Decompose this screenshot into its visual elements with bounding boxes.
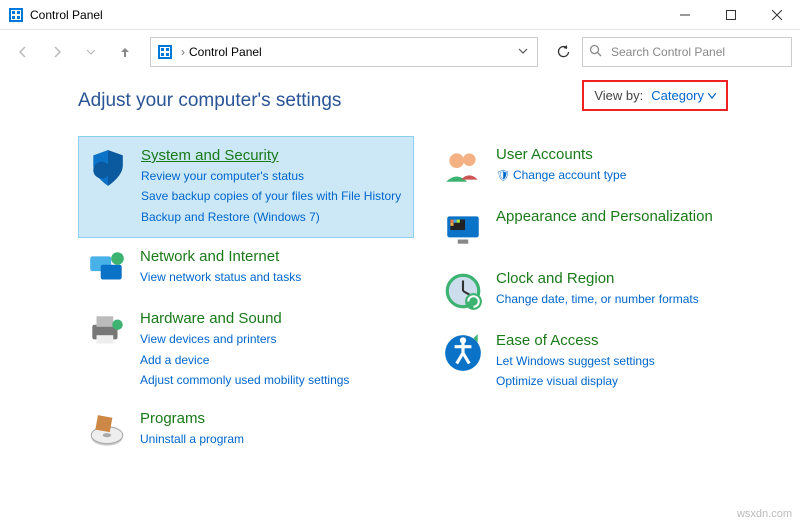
forward-button[interactable] — [42, 37, 72, 67]
category-title[interactable]: Appearance and Personalization — [496, 208, 762, 225]
monitor-icon — [442, 208, 484, 250]
category-hardware-sound[interactable]: Hardware and Sound View devices and prin… — [78, 300, 414, 400]
users-icon — [442, 146, 484, 188]
view-by-label: View by: — [594, 88, 643, 103]
clock-icon — [442, 270, 484, 312]
view-by-value: Category — [651, 88, 704, 103]
titlebar: Control Panel — [0, 0, 800, 30]
view-by-control: View by: Category — [582, 80, 728, 111]
category-link[interactable]: Uninstall a program — [140, 429, 406, 449]
category-link[interactable]: Change date, time, or number formats — [496, 289, 762, 309]
category-title[interactable]: Ease of Access — [496, 332, 762, 349]
category-network-internet[interactable]: Network and Internet View network status… — [78, 238, 414, 300]
search-input[interactable] — [609, 44, 791, 60]
category-column-right: User Accounts Change account type Appear… — [434, 136, 770, 462]
address-dropdown[interactable] — [509, 45, 537, 59]
category-title[interactable]: User Accounts — [496, 146, 762, 163]
category-link[interactable]: Optimize visual display — [496, 371, 762, 391]
recent-dropdown[interactable] — [76, 37, 106, 67]
address-bar[interactable]: › Control Panel — [150, 37, 538, 67]
category-link[interactable]: Save backup copies of your files with Fi… — [141, 186, 405, 206]
disc-icon — [86, 410, 128, 452]
category-link[interactable]: Adjust commonly used mobility settings — [140, 370, 406, 390]
watermark: wsxdn.com — [737, 508, 792, 520]
category-appearance[interactable]: Appearance and Personalization — [434, 198, 770, 260]
category-ease-of-access[interactable]: Ease of Access Let Windows suggest setti… — [434, 322, 770, 402]
minimize-button[interactable] — [662, 0, 708, 30]
category-link[interactable]: View devices and printers — [140, 329, 406, 349]
category-clock-region[interactable]: Clock and Region Change date, time, or n… — [434, 260, 770, 322]
category-column-left: System and Security Review your computer… — [78, 136, 414, 462]
breadcrumb-separator: › — [181, 45, 185, 59]
content-area: Adjust your computer's settings View by:… — [0, 74, 800, 472]
category-link[interactable]: View network status and tasks — [140, 267, 406, 287]
ease-of-access-icon — [442, 332, 484, 374]
back-button[interactable] — [8, 37, 38, 67]
category-link[interactable]: Backup and Restore (Windows 7) — [141, 207, 405, 227]
refresh-button[interactable] — [548, 37, 578, 67]
view-by-dropdown[interactable]: Category — [651, 88, 716, 103]
up-button[interactable] — [110, 37, 140, 67]
printer-icon — [86, 310, 128, 352]
shield-icon — [87, 147, 129, 189]
category-link[interactable]: Change account type — [496, 165, 762, 186]
window-title: Control Panel — [30, 8, 662, 22]
category-link[interactable]: Review your computer's status — [141, 166, 405, 186]
category-title[interactable]: Hardware and Sound — [140, 310, 406, 327]
network-icon — [86, 248, 128, 290]
navbar: › Control Panel — [0, 30, 800, 74]
control-panel-icon — [157, 44, 173, 60]
maximize-button[interactable] — [708, 0, 754, 30]
category-programs[interactable]: Programs Uninstall a program — [78, 400, 414, 462]
category-user-accounts[interactable]: User Accounts Change account type — [434, 136, 770, 198]
category-title[interactable]: System and Security — [141, 147, 405, 164]
breadcrumb-item[interactable]: Control Panel — [189, 45, 262, 59]
search-icon — [589, 44, 603, 61]
search-box[interactable] — [582, 37, 792, 67]
category-title[interactable]: Clock and Region — [496, 270, 762, 287]
category-link[interactable]: Let Windows suggest settings — [496, 351, 762, 371]
category-title[interactable]: Programs — [140, 410, 406, 427]
category-title[interactable]: Network and Internet — [140, 248, 406, 265]
category-system-security[interactable]: System and Security Review your computer… — [78, 136, 414, 238]
control-panel-icon — [8, 7, 24, 23]
category-link[interactable]: Add a device — [140, 350, 406, 370]
close-button[interactable] — [754, 0, 800, 30]
